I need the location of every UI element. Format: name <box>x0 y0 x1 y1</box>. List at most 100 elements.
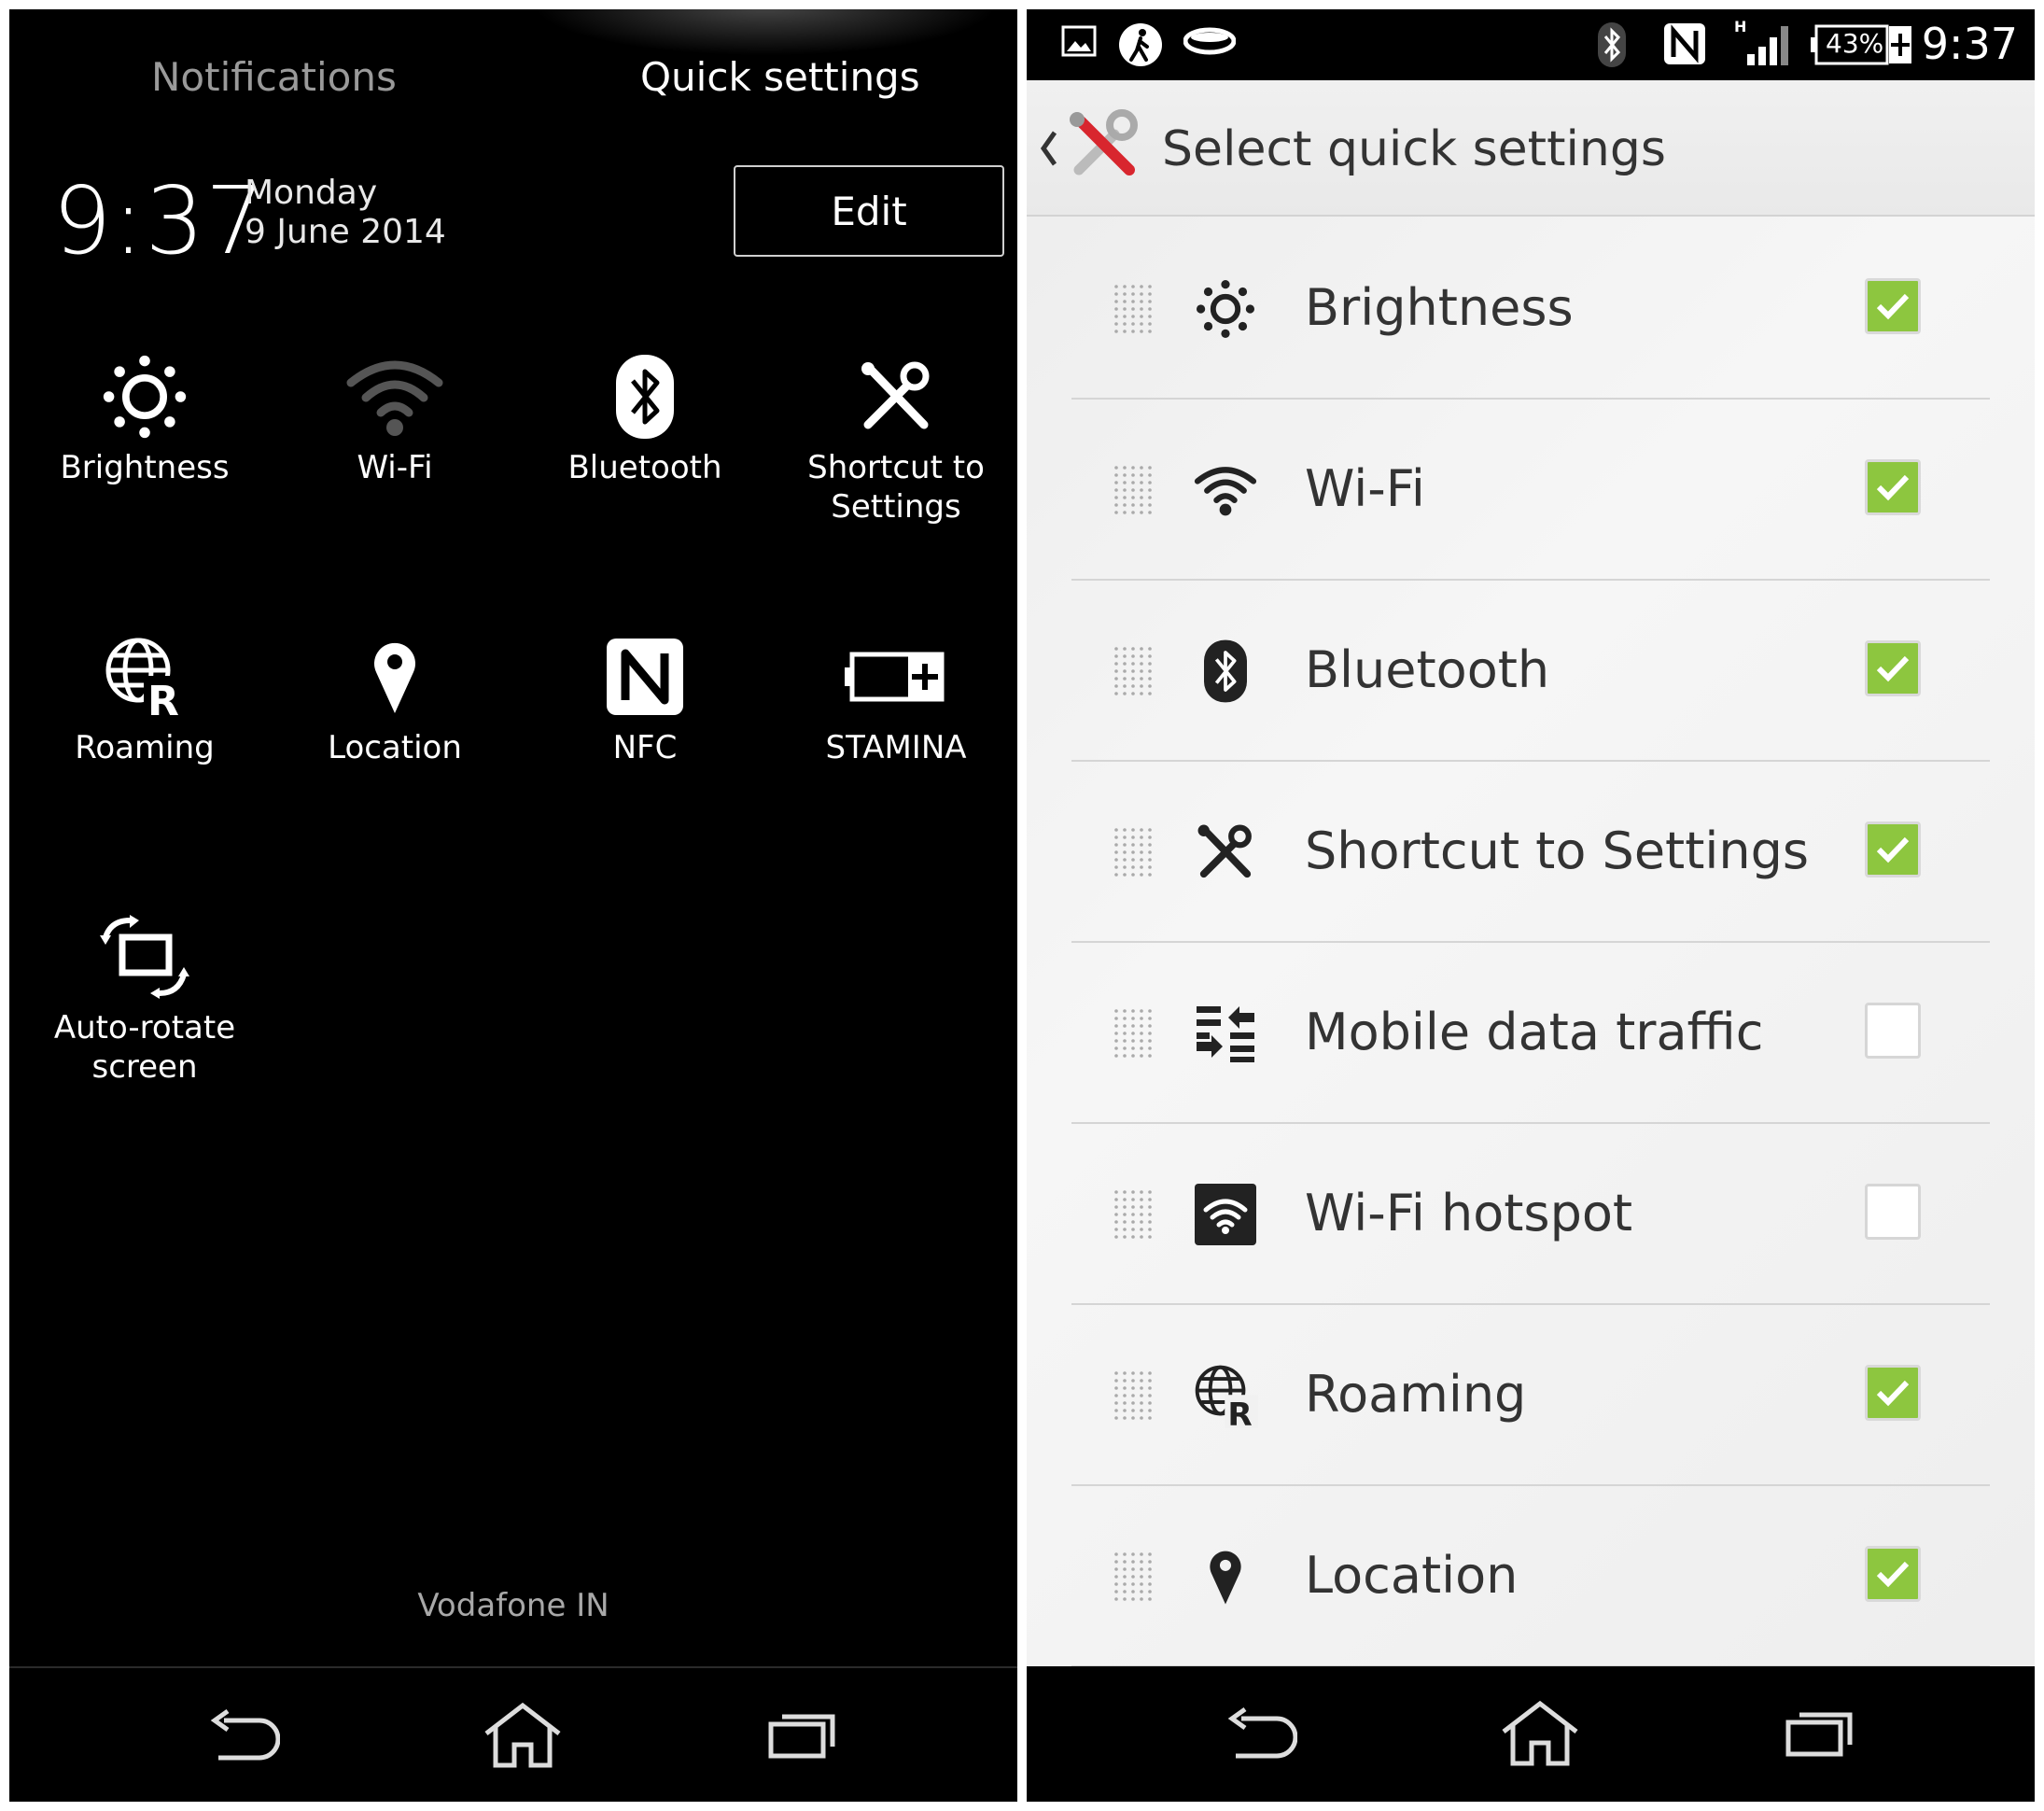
action-bar: Select quick settings <box>1027 80 2035 217</box>
tile-label: Roaming <box>75 729 215 766</box>
item-checkbox[interactable] <box>1865 459 1921 515</box>
navigation-bar <box>9 1666 1017 1802</box>
item-label: Roaming <box>1305 1365 1527 1424</box>
tile-stamina[interactable]: STAMINA <box>779 625 1013 767</box>
item-label: Bluetooth <box>1305 640 1550 699</box>
item-label: Location <box>1305 1546 1519 1605</box>
drag-handle-icon[interactable] <box>1113 646 1153 700</box>
recent-apps-button[interactable] <box>747 1698 859 1773</box>
battery-stamina-icon <box>779 625 1013 728</box>
drag-handle-icon[interactable] <box>1113 284 1153 338</box>
checkmark-icon <box>1876 474 1910 501</box>
home-button[interactable] <box>1484 1696 1596 1771</box>
date-label: 9 June 2014 <box>245 213 446 251</box>
status-bar: H 43% 9:37 <box>1027 9 2035 80</box>
hotspot-icon <box>1193 1182 1258 1247</box>
item-label: Mobile data traffic <box>1305 1003 1764 1061</box>
tile-shortcut-settings[interactable]: Shortcut to Settings <box>779 345 1013 526</box>
drag-handle-icon[interactable] <box>1113 827 1153 881</box>
home-button[interactable] <box>467 1698 579 1773</box>
clock-date: Monday 9 June 2014 <box>245 174 446 252</box>
list-item-roaming[interactable]: R Roaming <box>1071 1305 1990 1486</box>
carrier-label: Vodafone IN <box>417 1587 609 1624</box>
tile-brightness[interactable]: Brightness <box>28 345 261 487</box>
quick-settings-panel: Notifications Quick settings 9:37 Monday… <box>9 9 1017 1802</box>
edit-button[interactable]: Edit <box>734 165 1004 257</box>
tile-bluetooth[interactable]: Bluetooth <box>528 345 762 487</box>
battery-percentage: 43% <box>1826 28 1884 59</box>
item-checkbox[interactable] <box>1865 1546 1921 1602</box>
list-item-bluetooth[interactable]: Bluetooth <box>1071 581 1990 762</box>
settings-tools-icon <box>1193 820 1258 885</box>
item-label: Wi-Fi <box>1305 459 1425 518</box>
tile-label: NFC <box>612 729 678 766</box>
recent-apps-icon <box>768 1714 835 1759</box>
tab-quick-settings[interactable]: Quick settings <box>640 54 920 100</box>
tile-wifi[interactable]: Wi-Fi <box>278 345 511 487</box>
list-item-wifi[interactable]: Wi-Fi <box>1071 400 1990 581</box>
back-button[interactable] <box>1204 1696 1316 1771</box>
recent-apps-icon <box>1785 1712 1853 1757</box>
home-icon <box>1502 1700 1578 1766</box>
drag-handle-icon[interactable] <box>1113 1551 1153 1606</box>
home-icon <box>484 1702 561 1768</box>
checkmark-icon <box>1876 1561 1910 1588</box>
item-checkbox[interactable] <box>1865 1003 1921 1059</box>
brightness-icon <box>1193 276 1258 342</box>
nfc-icon <box>528 625 762 728</box>
rotate-icon <box>28 906 261 1008</box>
drag-handle-icon[interactable] <box>1113 1189 1153 1243</box>
page-title: Select quick settings <box>1162 121 1666 177</box>
tile-location[interactable]: Location <box>278 625 511 767</box>
location-pin-icon <box>278 625 511 728</box>
image-notification-icon <box>1060 22 1098 63</box>
tile-label: Auto-rotate screen <box>53 1009 236 1086</box>
back-chevron-icon[interactable] <box>1038 125 1060 175</box>
roaming-icon: R <box>28 625 261 728</box>
select-quick-settings-screen: H 43% 9:37 Select quick settings Brightn… <box>1027 9 2035 1802</box>
back-button[interactable] <box>187 1698 299 1773</box>
item-checkbox[interactable] <box>1865 1365 1921 1421</box>
clock-time: 9:37 <box>52 166 266 275</box>
list-item-wifi-hotspot[interactable]: Wi-Fi hotspot <box>1071 1124 1990 1305</box>
list-item-shortcut-settings[interactable]: Shortcut to Settings <box>1071 762 1990 943</box>
drag-handle-icon[interactable] <box>1113 1370 1153 1425</box>
drag-handle-icon[interactable] <box>1113 465 1153 519</box>
svg-text:R: R <box>147 678 179 719</box>
tile-nfc[interactable]: NFC <box>528 625 762 767</box>
recent-apps-button[interactable] <box>1764 1696 1876 1771</box>
tile-auto-rotate[interactable]: Auto-rotate screen <box>28 906 261 1087</box>
back-icon <box>210 1708 280 1761</box>
item-checkbox[interactable] <box>1865 640 1921 696</box>
tile-label: STAMINA <box>825 729 967 766</box>
tile-label: Bluetooth <box>567 449 722 486</box>
signal-icon: H <box>1734 17 1790 73</box>
tile-label: Wi-Fi <box>357 449 433 486</box>
status-time: 9:37 <box>1921 19 2018 69</box>
list-item-mobile-data-traffic[interactable]: Mobile data traffic <box>1071 943 1990 1124</box>
item-checkbox[interactable] <box>1865 278 1921 334</box>
data-traffic-icon <box>1193 1001 1258 1066</box>
roaming-icon: R <box>1193 1363 1258 1431</box>
tab-notifications[interactable]: Notifications <box>151 54 397 100</box>
tile-label: Brightness <box>60 449 230 486</box>
tile-roaming[interactable]: R Roaming <box>28 625 261 767</box>
item-label: Wi-Fi hotspot <box>1305 1184 1633 1242</box>
item-checkbox[interactable] <box>1865 821 1921 877</box>
list-item-location[interactable]: Location <box>1071 1486 1990 1667</box>
checkmark-icon <box>1876 1380 1910 1407</box>
list-item-brightness[interactable]: Brightness <box>1071 218 1990 400</box>
tile-label: Location <box>328 729 462 766</box>
brightness-icon <box>28 345 261 448</box>
settings-tools-icon <box>779 345 1013 448</box>
wifi-icon <box>278 345 511 448</box>
svg-text:R: R <box>1227 1397 1252 1431</box>
item-checkbox[interactable] <box>1865 1184 1921 1240</box>
drag-handle-icon[interactable] <box>1113 1008 1153 1062</box>
checkmark-icon <box>1876 655 1910 682</box>
wifi-icon <box>1193 457 1258 523</box>
location-pin-icon <box>1193 1544 1258 1609</box>
bluetooth-status-icon <box>1598 22 1626 71</box>
item-label: Shortcut to Settings <box>1305 821 1810 880</box>
bluetooth-icon <box>1193 639 1258 704</box>
